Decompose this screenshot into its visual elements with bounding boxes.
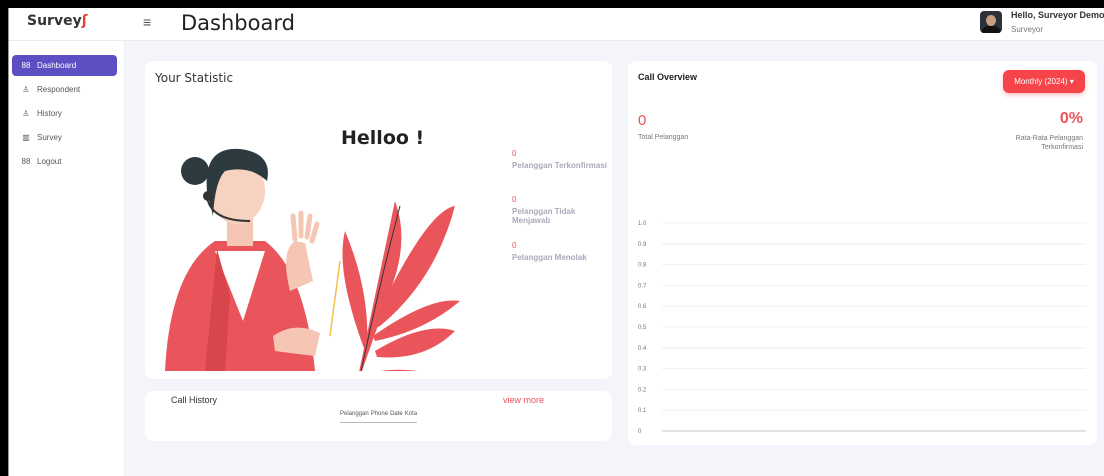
sidebar-item-survey[interactable]: ▥ Survey: [12, 127, 117, 148]
column-header[interactable]: Phone: [371, 411, 388, 422]
column-header[interactable]: Date: [390, 411, 403, 422]
sidebar-item-label: Logout: [37, 157, 62, 166]
no-answer-label: Pelanggan Tidak Menjawab: [512, 207, 576, 225]
column-header[interactable]: Pelanggan: [340, 411, 369, 422]
grid-icon: 88: [21, 157, 31, 166]
total-customers-value: 0: [638, 112, 647, 129]
sidebar-item-respondent[interactable]: ♙ Respondent: [12, 79, 117, 100]
view-more-link[interactable]: view more: [503, 395, 544, 405]
confirmed-rate-label: Rata-Rata Pelanggan Terkonfirmasi: [1015, 135, 1083, 151]
y-tick-label: 0.4: [638, 346, 647, 352]
call-history-title: Call History: [171, 395, 218, 405]
user-role: Surveyor: [1011, 25, 1044, 34]
hello-heading: Helloo !: [341, 127, 425, 149]
sidebar-item-label: Respondent: [37, 85, 81, 94]
total-customers-label: Total Pelanggan: [638, 134, 689, 141]
sidebar-item-dashboard[interactable]: 88 Dashboard: [12, 55, 117, 76]
avatar[interactable]: [980, 11, 1002, 33]
call-overview-title: Call Overview: [638, 72, 698, 82]
y-tick-label: 0: [638, 429, 642, 435]
confirmed-count: 0: [512, 149, 517, 158]
no-answer-count: 0: [512, 195, 517, 204]
top-bar: Surveyʃ ≡ Dashboard Hello, Surveyor Demo…: [9, 8, 1104, 41]
sidebar-item-label: History: [37, 109, 62, 118]
rejected-label: Pelanggan Menolak: [512, 253, 587, 262]
call-overview-card: Call Overview Monthly (2024) ▾ 0 Total P…: [628, 61, 1097, 445]
sidebar: 88 Dashboard ♙ Respondent ♙ History ▥ Su…: [9, 41, 125, 476]
call-history-card: Call History view more Pelanggan Phone D…: [145, 391, 612, 441]
y-tick-label: 0.1: [638, 408, 647, 414]
y-tick-label: 0.8: [638, 263, 647, 269]
app-window: Surveyʃ ≡ Dashboard Hello, Surveyor Demo…: [8, 8, 1104, 476]
y-tick-label: 0.7: [638, 283, 647, 289]
user-icon: ♙: [22, 85, 30, 94]
y-tick-label: 0.5: [638, 325, 647, 331]
logo-text: Survey: [27, 13, 82, 29]
column-header[interactable]: Kota: [405, 411, 417, 422]
rejected-count: 0: [512, 241, 517, 250]
hamburger-menu-icon[interactable]: ≡: [143, 14, 151, 30]
y-tick-label: 0.9: [638, 242, 647, 248]
statistic-card: Your Statistic Helloo ! 0 Pelanggan Terk…: [145, 61, 612, 379]
confirmed-label: Pelanggan Terkonfirmasi: [512, 161, 607, 170]
logo[interactable]: Surveyʃ: [27, 13, 88, 29]
logo-swirl-icon: ʃ: [81, 13, 88, 29]
grid-icon: 88: [21, 61, 31, 70]
sidebar-item-history[interactable]: ♙ History: [12, 103, 117, 124]
statistic-title: Your Statistic: [155, 71, 234, 85]
columns-icon: ▥: [22, 133, 30, 142]
sidebar-item-logout[interactable]: 88 Logout: [12, 151, 117, 172]
sidebar-item-label: Dashboard: [37, 61, 77, 70]
sidebar-item-label: Survey: [37, 133, 62, 142]
user-icon: ♙: [22, 109, 30, 118]
call-overview-chart: 1.0 0.9 0.8 0.7 0.6 0.5 0.4 0.3 0.2 0.1 0: [638, 221, 1086, 435]
y-tick-label: 0.6: [638, 304, 647, 310]
page-title: Dashboard: [181, 11, 295, 35]
y-tick-label: 0.3: [638, 367, 647, 373]
y-tick-label: 1.0: [638, 221, 647, 227]
period-dropdown-button[interactable]: Monthly (2024) ▾: [1003, 70, 1085, 93]
y-tick-label: 0.2: [638, 387, 647, 393]
user-greeting: Hello, Surveyor Demo: [1011, 10, 1104, 20]
confirmed-rate-value: 0%: [1059, 110, 1083, 127]
operator-illustration: [165, 148, 460, 371]
call-history-table-header: Pelanggan Phone Date Kota: [340, 411, 418, 423]
